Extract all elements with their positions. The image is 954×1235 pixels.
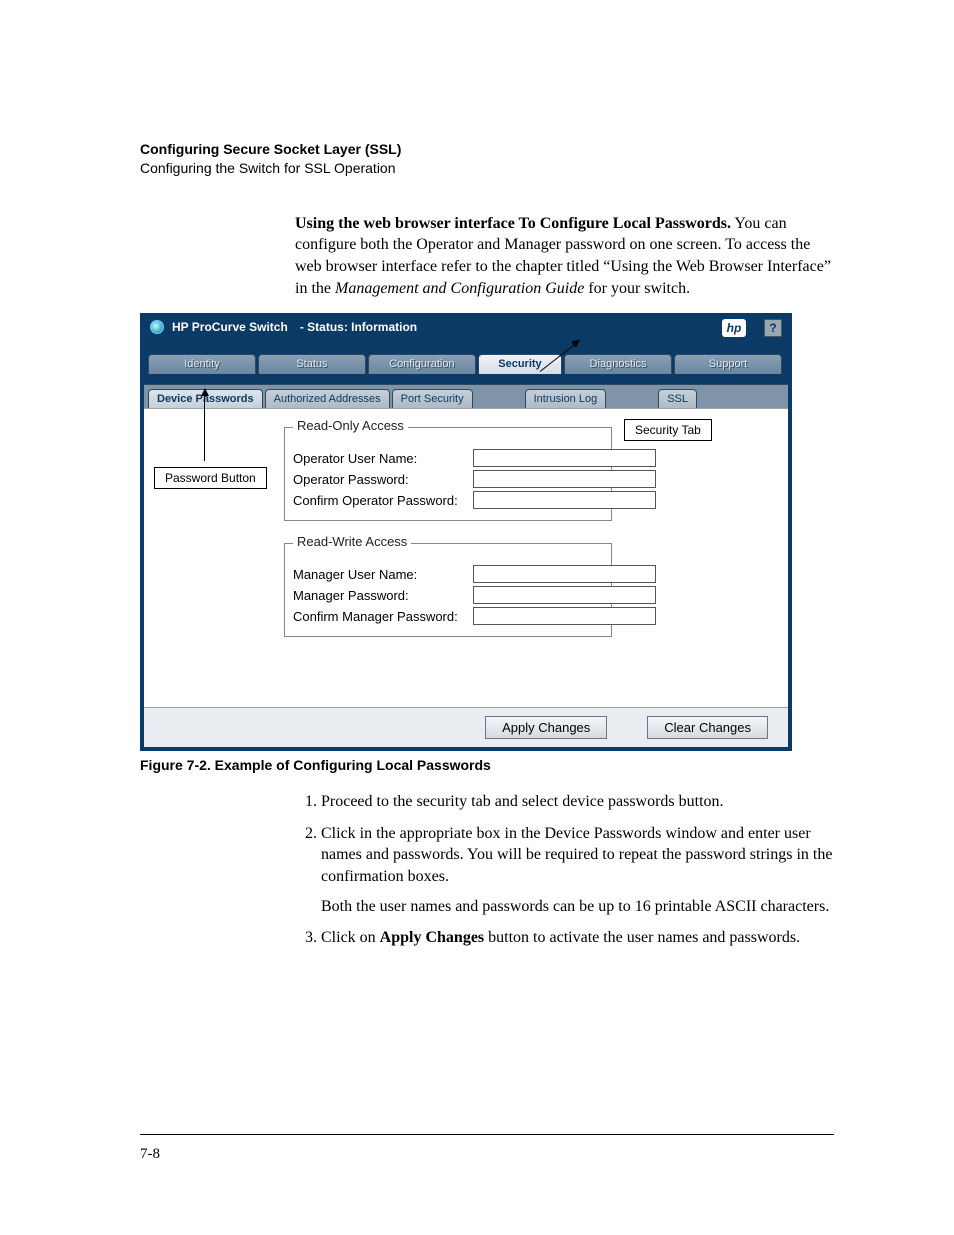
step-1: Proceed to the security tab and select d… <box>321 791 834 813</box>
clear-changes-button[interactable]: Clear Changes <box>647 716 768 739</box>
step-2: Click in the appropriate box in the Devi… <box>321 823 834 917</box>
legend-read-write: Read-Write Access <box>293 534 411 549</box>
label-manager-user-name: Manager User Name: <box>293 567 473 582</box>
step-3: Click on Apply Changes button to activat… <box>321 927 834 949</box>
title-status: - Status: Information <box>300 320 417 334</box>
subtab-port-security[interactable]: Port Security <box>392 389 473 408</box>
header-title: Configuring Secure Socket Layer (SSL) <box>140 140 834 159</box>
label-operator-user-name: Operator User Name: <box>293 451 473 466</box>
ui-screenshot: HP ProCurve Switch - Status: Information… <box>140 313 792 751</box>
input-confirm-operator-password[interactable] <box>473 491 656 509</box>
help-button[interactable]: ? <box>764 319 782 337</box>
intro-lead: Using the web browser interface To Confi… <box>295 215 731 232</box>
sub-tabs: Device Passwords Authorized Addresses Po… <box>144 389 788 408</box>
input-manager-password[interactable] <box>473 586 656 604</box>
button-bar: Apply Changes Clear Changes <box>144 707 788 747</box>
ui-titlebar: HP ProCurve Switch - Status: Information… <box>144 317 788 336</box>
input-operator-user-name[interactable] <box>473 449 656 467</box>
tab-support[interactable]: Support <box>674 354 782 374</box>
page-number: 7-8 <box>140 1146 160 1163</box>
intro-paragraph: Using the web browser interface To Confi… <box>295 213 834 299</box>
apply-changes-button[interactable]: Apply Changes <box>485 716 607 739</box>
hp-logo-icon: hp <box>722 319 746 337</box>
label-manager-password: Manager Password: <box>293 588 473 603</box>
legend-read-only: Read-Only Access <box>293 418 408 433</box>
content-pane: Password Button Security Tab Read-Only A… <box>144 408 788 707</box>
callout-security-tab: Security Tab <box>624 419 712 441</box>
footer-rule <box>140 1134 834 1135</box>
input-manager-user-name[interactable] <box>473 565 656 583</box>
steps-list: Proceed to the security tab and select d… <box>295 791 834 949</box>
label-confirm-operator-password: Confirm Operator Password: <box>293 493 473 508</box>
group-read-write: Read-Write Access Manager User Name: Man… <box>284 543 612 637</box>
input-operator-password[interactable] <box>473 470 656 488</box>
label-operator-password: Operator Password: <box>293 472 473 487</box>
subtab-authorized-addresses[interactable]: Authorized Addresses <box>265 389 390 408</box>
tab-identity[interactable]: Identity <box>148 354 256 374</box>
main-tabs: Identity Status Configuration Security D… <box>144 354 788 374</box>
title-left: HP ProCurve Switch <box>172 320 288 334</box>
subtab-ssl[interactable]: SSL <box>658 389 697 408</box>
subtab-intrusion-log[interactable]: Intrusion Log <box>525 389 607 408</box>
group-read-only: Read-Only Access Operator User Name: Ope… <box>284 427 612 521</box>
callout-password-button: Password Button <box>154 467 267 489</box>
figure-caption: Figure 7-2. Example of Configuring Local… <box>140 757 834 773</box>
running-header: Configuring Secure Socket Layer (SSL) Co… <box>140 140 834 178</box>
tab-configuration[interactable]: Configuration <box>368 354 476 374</box>
tab-diagnostics[interactable]: Diagnostics <box>564 354 672 374</box>
label-confirm-manager-password: Confirm Manager Password: <box>293 609 473 624</box>
header-subtitle: Configuring the Switch for SSL Operation <box>140 159 834 178</box>
tab-status[interactable]: Status <box>258 354 366 374</box>
globe-icon <box>150 320 164 334</box>
figure-7-2: HP ProCurve Switch - Status: Information… <box>140 313 834 773</box>
input-confirm-manager-password[interactable] <box>473 607 656 625</box>
callout-arrow-up-icon <box>204 389 205 461</box>
